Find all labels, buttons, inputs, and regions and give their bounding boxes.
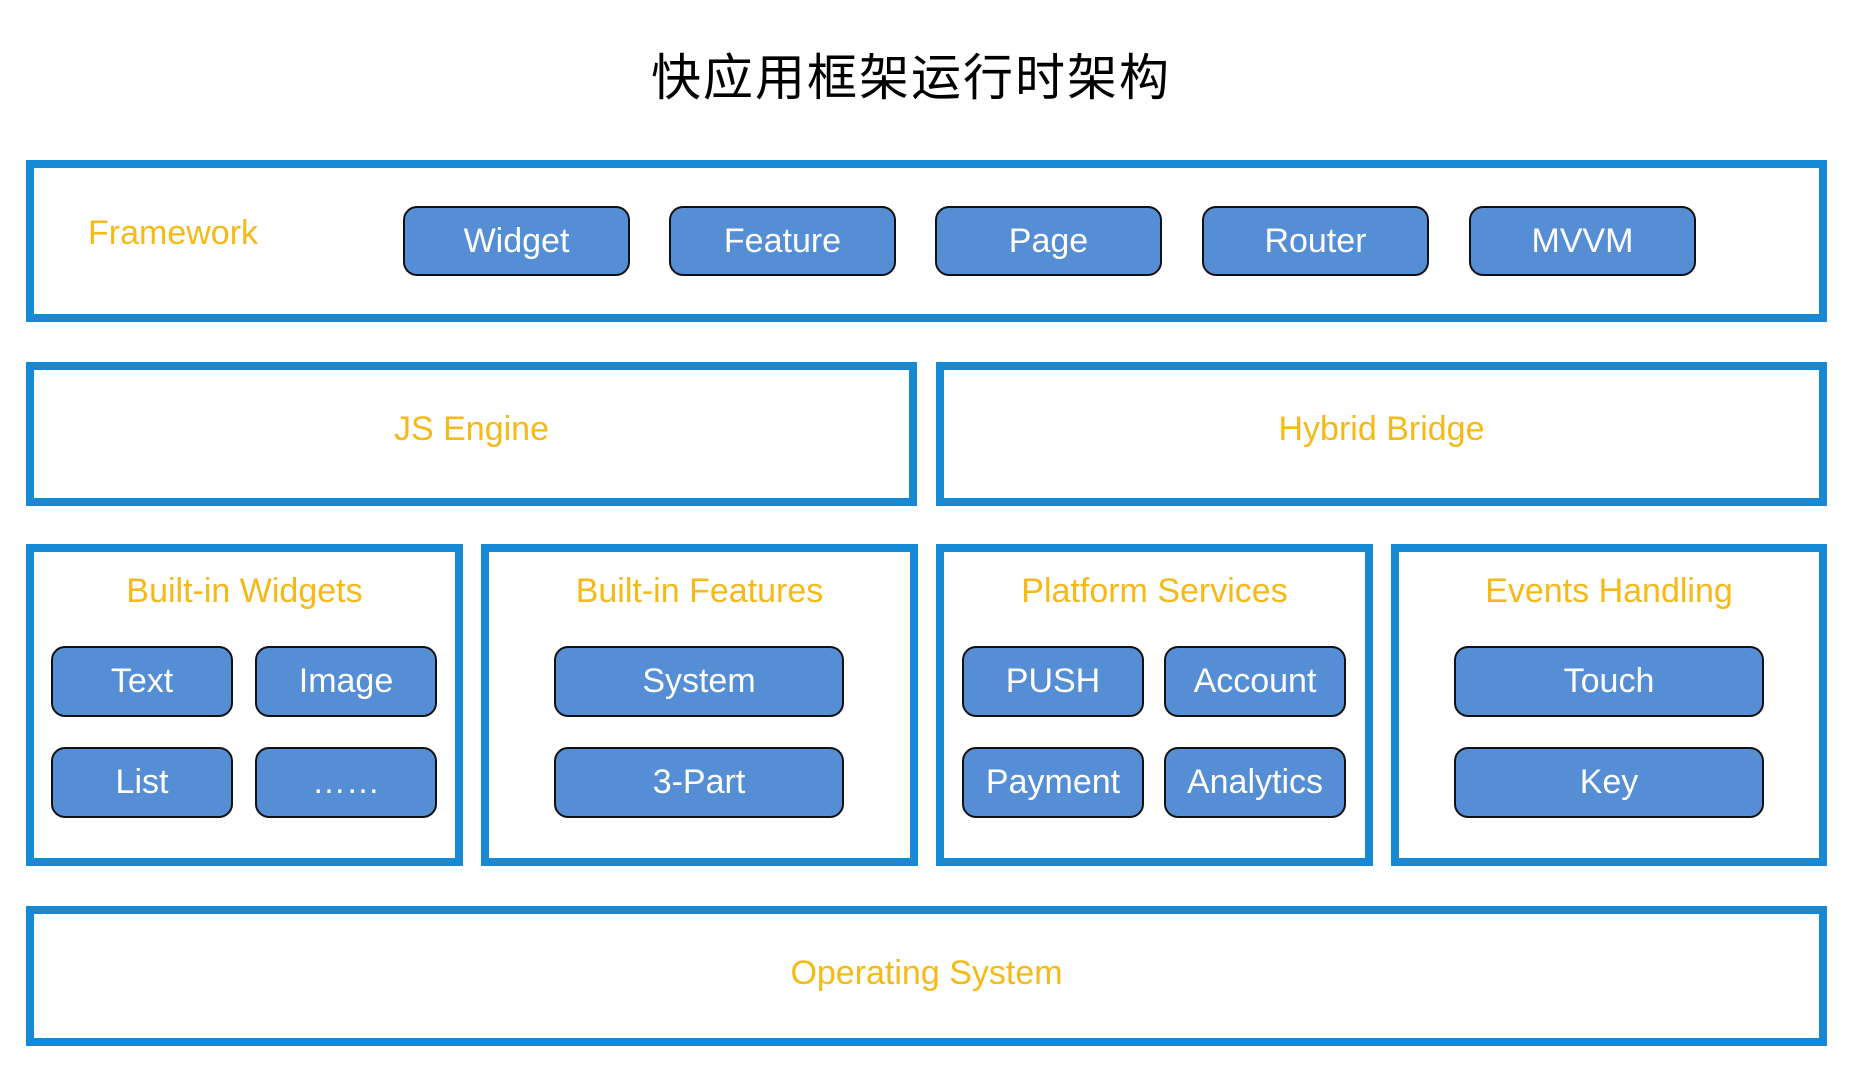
event-key-box: Key (1454, 747, 1764, 818)
service-analytics-box: Analytics (1164, 747, 1346, 818)
platform-services-label: Platform Services (1021, 572, 1288, 610)
framework-mvvm-box: MVVM (1469, 206, 1696, 276)
widget-image-box: Image (255, 646, 437, 717)
event-touch-box: Touch (1454, 646, 1764, 717)
hybrid-bridge-layer: Hybrid Bridge (936, 362, 1827, 506)
builtin-features-label: Built-in Features (575, 572, 824, 610)
feature-3part-box: 3-Part (554, 747, 844, 818)
events-handling-label: Events Handling (1485, 572, 1733, 610)
widget-more-box: …… (255, 747, 437, 818)
feature-system-box: System (554, 646, 844, 717)
service-account-box: Account (1164, 646, 1346, 717)
diagram-title: 快应用框架运行时架构 (651, 49, 1171, 107)
service-payment-box: Payment (962, 747, 1144, 818)
framework-router-box: Router (1202, 206, 1429, 276)
framework-widget-box: Widget (403, 206, 630, 276)
service-push-box: PUSH (962, 646, 1144, 717)
framework-page-box: Page (935, 206, 1162, 276)
hybrid-bridge-label: Hybrid Bridge (1278, 410, 1485, 448)
builtin-widgets-label: Built-in Widgets (126, 572, 363, 610)
operating-system-layer: Operating System (26, 906, 1827, 1046)
widget-text-box: Text (51, 646, 233, 717)
operating-system-label: Operating System (790, 954, 1063, 992)
js-engine-layer: JS Engine (26, 362, 917, 506)
framework-feature-box: Feature (669, 206, 896, 276)
framework-label: Framework (88, 214, 259, 252)
widget-list-box: List (51, 747, 233, 818)
js-engine-label: JS Engine (394, 410, 549, 448)
